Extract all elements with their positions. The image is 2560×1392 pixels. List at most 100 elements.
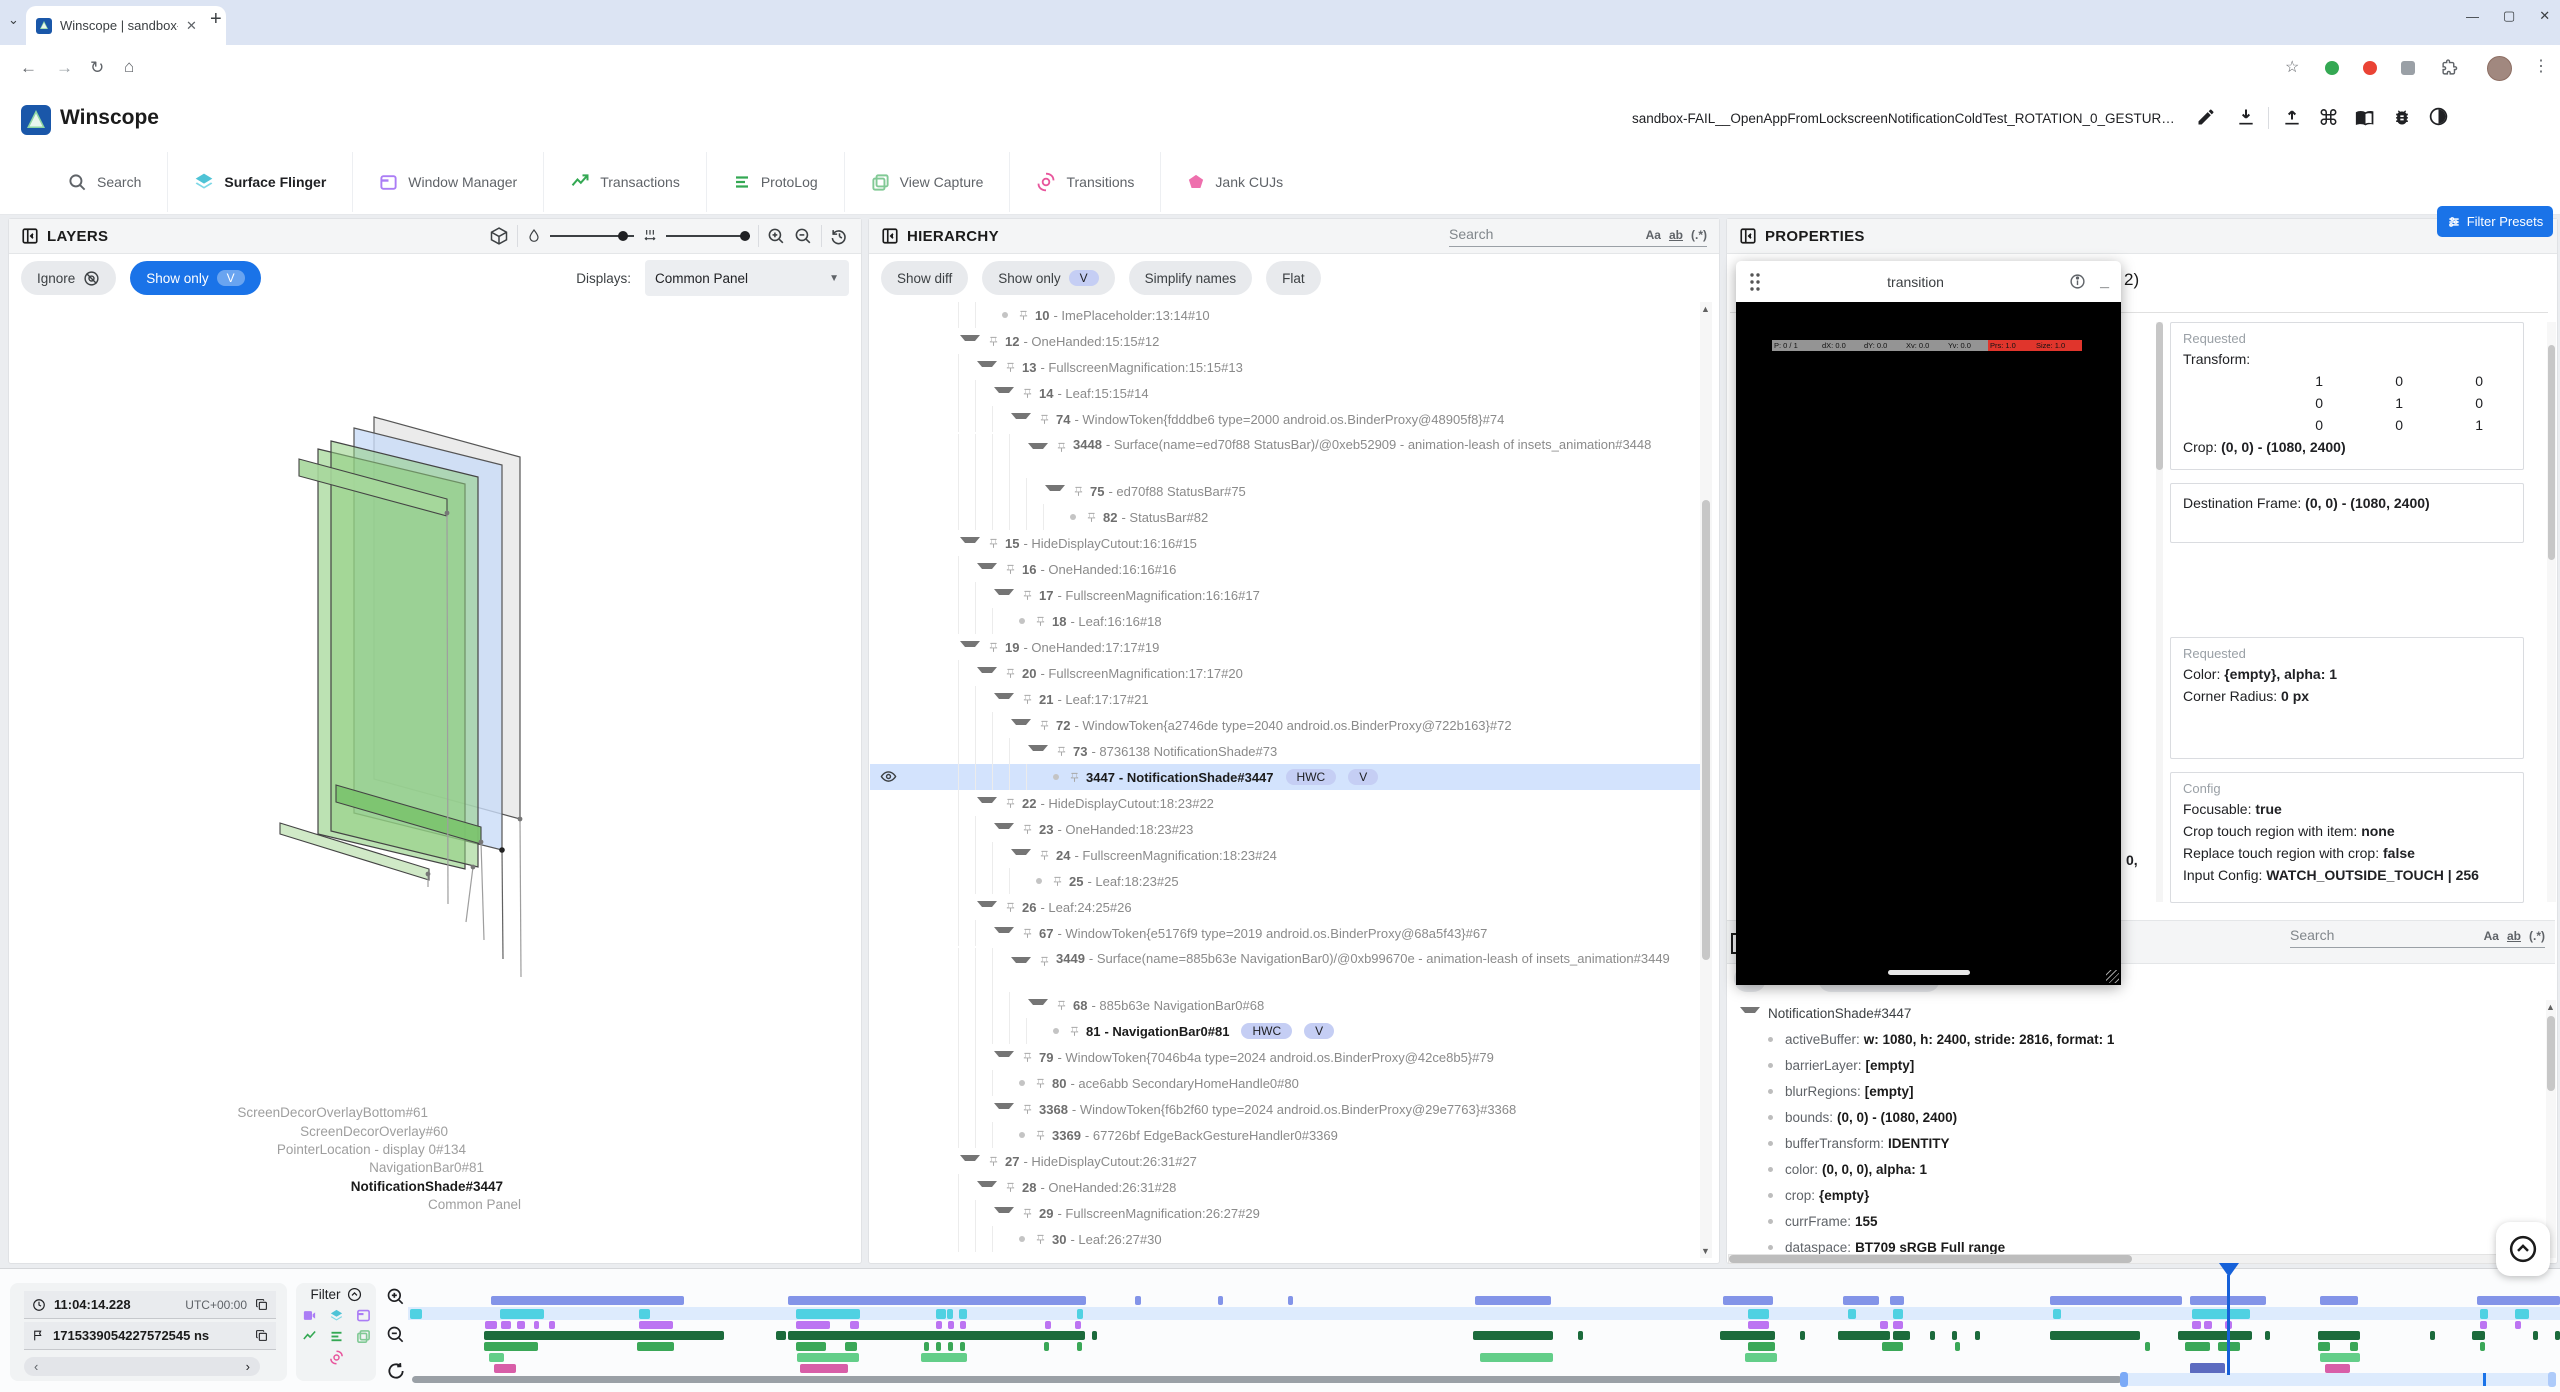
timeline-zoom-in-icon[interactable] [386, 1287, 406, 1307]
expander-arrow-icon[interactable] [1045, 485, 1065, 497]
scroll-down-icon[interactable]: ▼ [1701, 1246, 1710, 1256]
home-icon[interactable]: ⌂ [124, 57, 134, 77]
property-row[interactable]: bufferTransform:IDENTITY [1726, 1130, 2538, 1156]
hierarchy-row-14[interactable]: 14- Leaf:15:15#14 [870, 380, 1712, 406]
regex-icon[interactable]: (.*) [2529, 929, 2545, 943]
properties-search-input[interactable]: Search Aa ab (.*) [2290, 927, 2545, 948]
timeline-reset-zoom-icon[interactable] [386, 1361, 406, 1381]
curr-properties-tree[interactable]: NotificationShade#3447 activeBuffer:w: 10… [1726, 1000, 2538, 1258]
scroll-up-icon[interactable]: ▲ [1701, 304, 1710, 314]
transitions-trace-icon[interactable] [329, 1350, 344, 1365]
expander-arrow-icon[interactable] [977, 1181, 997, 1193]
show-only-v-button[interactable]: Show only V [982, 261, 1114, 295]
property-row[interactable]: crop:{empty} [1726, 1182, 2538, 1208]
hierarchy-row-68[interactable]: 68- 885b63e NavigationBar0#68 [870, 992, 1712, 1018]
property-row[interactable]: barrierLayer:[empty] [1726, 1052, 2538, 1078]
hierarchy-row-10[interactable]: 10- ImePlaceholder:13:14#10 [870, 302, 1712, 328]
transition-preview-window[interactable]: transition _ P: 0 / 1dX: 0.0dY: 0.0Xv: 0… [1736, 261, 2121, 985]
back-icon[interactable]: ← [20, 58, 37, 78]
browser-tab[interactable]: Winscope | sandbox-FAIL ✕ [26, 6, 226, 45]
window-minimize-icon[interactable]: — [2466, 9, 2479, 24]
tab-surface-flinger[interactable]: Surface Flinger [167, 152, 352, 212]
expander-arrow-icon[interactable] [977, 667, 997, 679]
show-diff-button[interactable]: Show diff [881, 261, 968, 295]
tab-window-manager[interactable]: Window Manager [352, 152, 543, 212]
ignore-button[interactable]: Ignore [21, 261, 116, 295]
expander-arrow-icon[interactable] [977, 361, 997, 373]
property-row[interactable]: blurRegions:[empty] [1726, 1078, 2538, 1104]
tab-transactions[interactable]: Transactions [543, 152, 706, 212]
hierarchy-row-24[interactable]: 24- FullscreenMagnification:18:23#24 [870, 842, 1712, 868]
layer-label[interactable]: NavigationBar0#81 [84, 1160, 484, 1175]
layer-label[interactable]: ScreenDecorOverlayBottom#61 [28, 1105, 428, 1120]
curr-root-row[interactable]: NotificationShade#3447 [1726, 1000, 2538, 1026]
expander-arrow-icon[interactable] [1028, 745, 1048, 757]
property-row[interactable]: color:(0, 0, 0), alpha: 1 [1726, 1156, 2538, 1182]
zoom-out-icon[interactable] [794, 227, 813, 246]
displays-select[interactable]: Common Panel ▼ [645, 260, 849, 296]
expander-arrow-icon[interactable] [994, 693, 1014, 705]
tab-protolog[interactable]: ProtoLog [706, 152, 844, 212]
tab-view-capture[interactable]: View Capture [844, 152, 1010, 212]
ns-time-field[interactable]: 1715339054227572545 ns [24, 1322, 276, 1350]
hierarchy-tree[interactable]: 10- ImePlaceholder:13:14#1012- OneHanded… [870, 302, 1712, 1254]
hierarchy-row-25[interactable]: 25- Leaf:18:23#25 [870, 868, 1712, 894]
hierarchy-row-3449[interactable]: 3449- Surface(name=885b63e NavigationBar… [870, 946, 1712, 992]
view-capture-trace-icon[interactable] [356, 1329, 371, 1344]
match-word-icon[interactable]: ab [1669, 228, 1683, 242]
hierarchy-row-30[interactable]: 30- Leaf:26:27#30 [870, 1226, 1712, 1252]
property-row[interactable]: activeBuffer:w: 1080, h: 2400, stride: 2… [1726, 1026, 2538, 1052]
property-row[interactable]: bounds:(0, 0) - (1080, 2400) [1726, 1104, 2538, 1130]
simplify-names-button[interactable]: Simplify names [1129, 261, 1253, 295]
filter-presets-button[interactable]: Filter Presets [2437, 206, 2553, 237]
profile-avatar[interactable] [2487, 56, 2512, 81]
extension-green-icon[interactable] [2325, 61, 2339, 75]
forward-icon[interactable]: → [56, 58, 73, 78]
properties-scrollbar[interactable] [2547, 322, 2556, 902]
spacing-slider[interactable] [666, 235, 750, 237]
browser-menu-icon[interactable]: ⋮ [2533, 56, 2549, 76]
hierarchy-row-27[interactable]: 27- HideDisplayCutout:26:31#27 [870, 1148, 1712, 1174]
expander-arrow-icon[interactable] [1740, 1007, 1760, 1019]
expander-arrow-icon[interactable] [994, 823, 1014, 835]
expander-arrow-icon[interactable] [994, 1103, 1014, 1115]
expander-arrow-icon[interactable] [994, 589, 1014, 601]
bug-report-icon[interactable] [2392, 107, 2412, 127]
hierarchy-row-72[interactable]: 72- WindowToken{a2746de type=2040 androi… [870, 712, 1712, 738]
expander-arrow-icon[interactable] [1011, 413, 1031, 425]
layers-3d-scene[interactable] [151, 381, 611, 1021]
expander-arrow-icon[interactable] [994, 387, 1014, 399]
layer-label[interactable]: PointerLocation - display 0#134 [66, 1142, 466, 1157]
protolog-trace-icon[interactable] [329, 1329, 344, 1344]
curr-root-label[interactable]: NotificationShade#3447 [1768, 1006, 1911, 1021]
expander-arrow-icon[interactable] [1011, 849, 1031, 861]
download-icon[interactable] [2236, 107, 2256, 127]
hierarchy-row-19[interactable]: 19- OneHanded:17:17#19 [870, 634, 1712, 660]
info-icon[interactable] [2069, 273, 2086, 290]
hierarchy-row-28[interactable]: 28- OneHanded:26:31#28 [870, 1174, 1712, 1200]
panel-collapse-icon[interactable] [1739, 227, 1757, 245]
hierarchy-row-26[interactable]: 26- Leaf:24:25#26 [870, 894, 1712, 920]
shortcuts-icon[interactable]: ⌘ [2318, 106, 2339, 131]
tab-jank-cujs[interactable]: Jank CUJs [1160, 152, 1309, 212]
upload-icon[interactable] [2282, 107, 2302, 127]
hierarchy-row-79[interactable]: 79- WindowToken{7046b4a type=2024 androi… [870, 1044, 1712, 1070]
bookmark-star-icon[interactable]: ☆ [2285, 57, 2299, 77]
window-close-icon[interactable]: ✕ [2539, 8, 2550, 24]
hierarchy-row-17[interactable]: 17- FullscreenMagnification:16:16#17 [870, 582, 1712, 608]
match-case-icon[interactable]: Aa [2484, 929, 2499, 943]
match-case-icon[interactable]: Aa [1646, 228, 1661, 242]
layer-label[interactable]: Common Panel [121, 1197, 521, 1212]
window-manager-trace-icon[interactable] [356, 1308, 371, 1323]
expander-arrow-icon[interactable] [1028, 443, 1048, 455]
expander-arrow-icon[interactable] [994, 1051, 1014, 1063]
hierarchy-scrollbar[interactable]: ▲ ▼ [1700, 302, 1712, 1258]
copy-icon[interactable] [255, 1298, 268, 1311]
human-time-field[interactable]: 11:04:14.228 UTC+00:00 [24, 1291, 276, 1319]
hierarchy-row-22[interactable]: 22- HideDisplayCutout:18:23#22 [870, 790, 1712, 816]
hierarchy-row-3369[interactable]: 3369- 67726bf EdgeBackGestureHandler0#33… [870, 1122, 1712, 1148]
timeline-range-track[interactable] [2122, 1373, 2556, 1386]
tab-transitions[interactable]: Transitions [1009, 152, 1160, 212]
scroll-up-icon[interactable]: ▲ [2546, 1002, 2555, 1012]
surface-flinger-trace-icon[interactable] [329, 1308, 344, 1323]
